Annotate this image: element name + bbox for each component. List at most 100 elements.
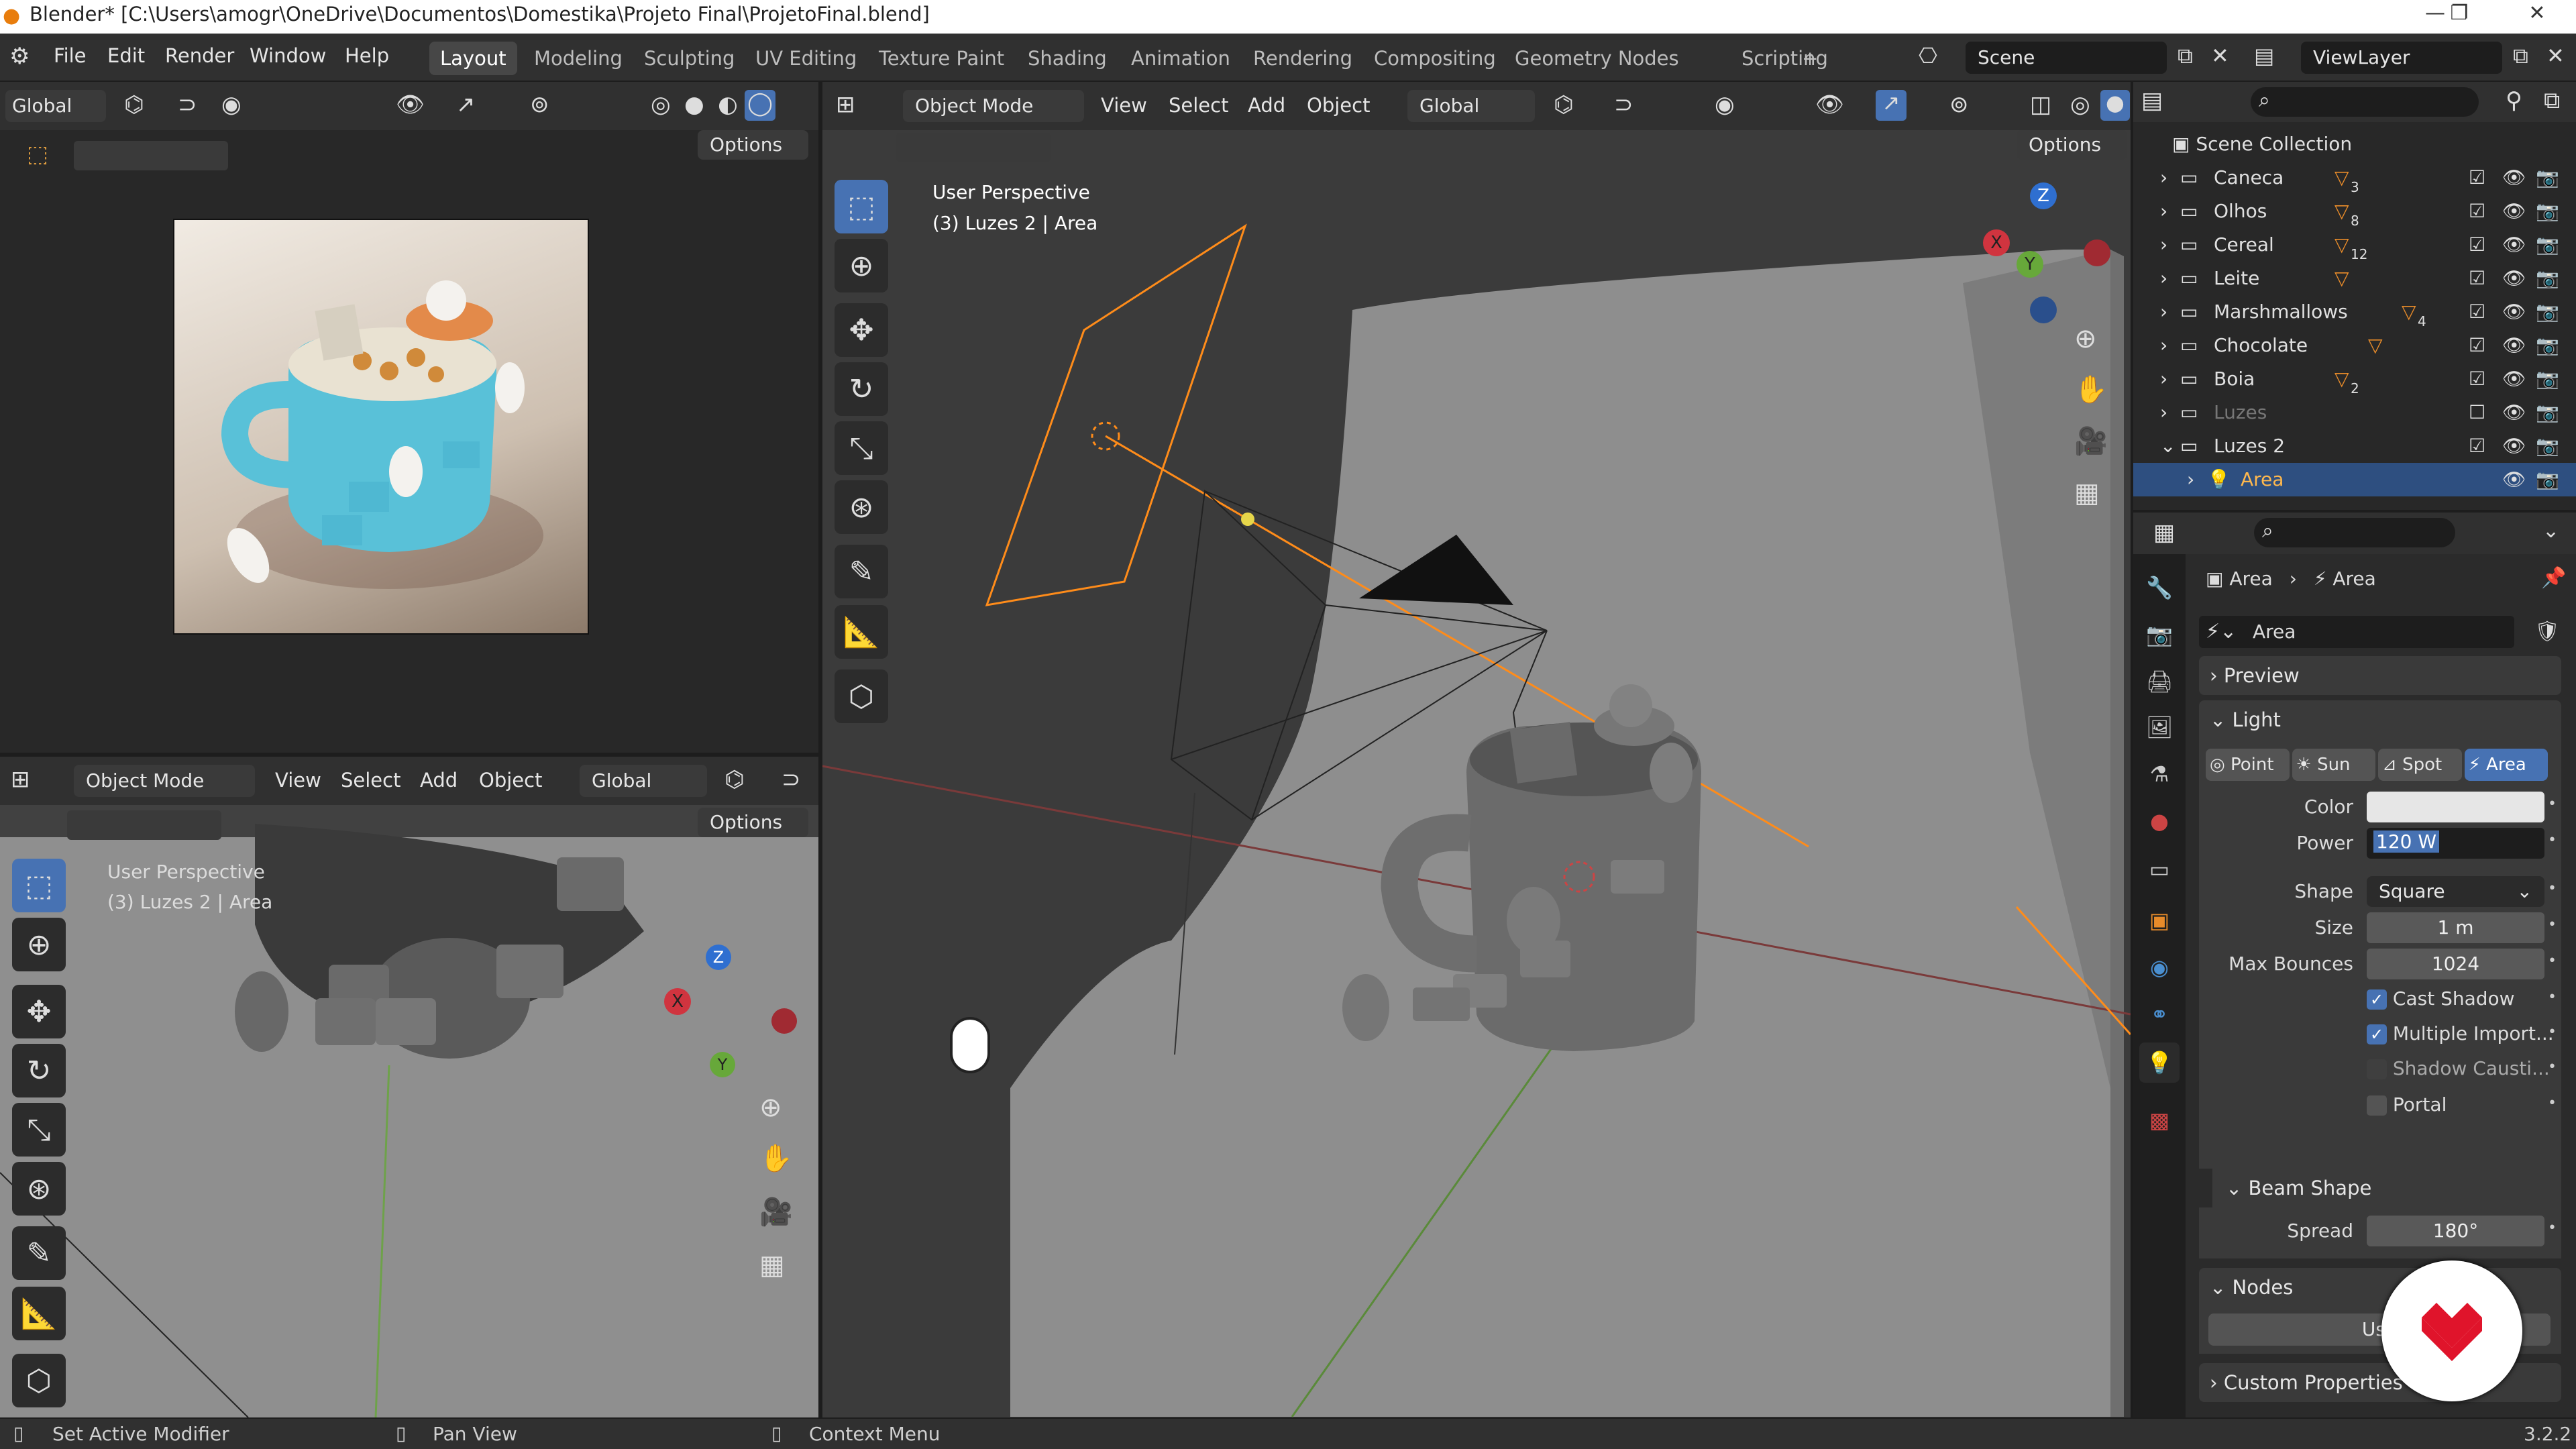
keyframe-dot[interactable]: • (2548, 953, 2557, 969)
camera-render-icon[interactable]: 📷 (2536, 463, 2559, 496)
constraints-tab-icon[interactable]: ⚭ (2139, 994, 2180, 1034)
gizmo-icon[interactable]: ↗ (456, 91, 476, 118)
spread-field[interactable]: 180° (2367, 1216, 2544, 1246)
zoom-icon-main[interactable]: ⊕ (2074, 323, 2097, 354)
menu-window[interactable]: Window (250, 44, 326, 67)
measure-tool-main[interactable]: 📐 (835, 605, 888, 659)
add-cube-tool[interactable]: ⬡ (12, 1354, 66, 1407)
rotate-tool-main[interactable]: ↻ (835, 362, 888, 416)
keyframe-dot[interactable]: • (2548, 1220, 2557, 1236)
options-dropdown-small[interactable]: Options (698, 808, 808, 837)
pivot-icon-small[interactable]: ⌬ (724, 766, 745, 793)
multiple-importance-checkbox[interactable]: ✓ Multiple Import... (2367, 1022, 2554, 1044)
exclude-checkbox[interactable]: ☑ (2469, 195, 2485, 228)
move-tool[interactable]: ✥ (12, 985, 66, 1038)
rotate-tool[interactable]: ↻ (12, 1044, 66, 1097)
scene-tab-icon[interactable]: ⚗ (2139, 754, 2180, 794)
overlay-icon-main[interactable]: ⊚ (1949, 91, 1969, 118)
material-shading-icon[interactable]: ◐ (718, 91, 738, 118)
output-tab-icon[interactable]: 🖨 (2139, 661, 2180, 702)
tab-rendering[interactable]: Rendering (1242, 42, 1363, 75)
maximize-icon[interactable]: ❐ (2439, 1, 2479, 25)
close-icon[interactable]: ✕ (2517, 1, 2557, 25)
properties-search-input[interactable]: ⌕ (2254, 518, 2455, 547)
scene-field[interactable]: Scene (1966, 42, 2167, 74)
add-menu-main[interactable]: Add (1248, 94, 1285, 117)
solid-shading-icon-main[interactable]: ● (2100, 90, 2130, 121)
expand-arrow-icon[interactable]: › (2160, 228, 2167, 262)
exclude-checkbox[interactable]: ☑ (2469, 362, 2485, 396)
view-layer-tab-icon[interactable]: 🖼 (2139, 707, 2180, 747)
visibility-icon-main[interactable]: 👁 (1815, 91, 1844, 118)
navigation-gizmo-small[interactable]: X Z Y (657, 877, 805, 1092)
tab-uv-editing[interactable]: UV Editing (745, 42, 867, 75)
eye-icon[interactable]: 👁 (2502, 195, 2526, 228)
new-collection-icon[interactable]: ⧉ (2544, 87, 2560, 114)
scale-tool-main[interactable]: ⤡ (835, 421, 888, 475)
editor-type-icon-outliner[interactable]: ▤ (2141, 87, 2163, 114)
tab-texture-paint[interactable]: Texture Paint (868, 42, 1015, 75)
tab-animation[interactable]: Animation (1120, 42, 1241, 75)
zoom-icon-small[interactable]: ⊕ (759, 1092, 782, 1123)
eye-icon[interactable]: 👁 (2502, 228, 2526, 262)
overlay-icon[interactable]: ⊚ (530, 91, 549, 118)
select-menu-main[interactable]: Select (1169, 94, 1228, 117)
expand-arrow-icon[interactable]: › (2160, 329, 2167, 362)
viewport-main[interactable]: ⊞ Object Mode View Select Add Object Glo… (822, 82, 2131, 1417)
new-scene-icon[interactable]: ⧉ (2178, 43, 2193, 69)
cast-shadow-checkbox[interactable]: ✓ Cast Shadow (2367, 987, 2515, 1010)
visibility-icon[interactable]: 👁 (396, 91, 425, 118)
datablock-field[interactable]: Area (2199, 616, 2514, 648)
transform-tool-main[interactable]: ⊛ (835, 480, 888, 534)
remove-viewlayer-icon[interactable]: ✕ (2546, 43, 2565, 68)
camera-render-icon[interactable]: 📷 (2536, 362, 2559, 396)
menu-help[interactable]: Help (345, 44, 389, 67)
remove-scene-icon[interactable]: ✕ (2211, 43, 2229, 68)
portal-checkbox[interactable]: Portal (2367, 1093, 2447, 1116)
object-menu-small[interactable]: Object (479, 769, 542, 792)
shape-dropdown[interactable]: Square ⌄ (2367, 876, 2544, 907)
select-menu-small[interactable]: Select (341, 769, 400, 792)
texture-tab-icon[interactable]: ▩ (2139, 1100, 2180, 1140)
eye-icon[interactable]: 👁 (2502, 362, 2526, 396)
light-data-tab-icon[interactable]: 💡 (2139, 1042, 2180, 1083)
tab-geometry-nodes[interactable]: Geometry Nodes (1504, 42, 1690, 75)
keyframe-dot[interactable]: • (2548, 880, 2557, 897)
select-box-tool[interactable]: ⬚ (12, 859, 66, 912)
menu-render[interactable]: Render (165, 44, 234, 67)
physics-tab-icon[interactable]: ◉ (2139, 947, 2180, 987)
options-dropdown-main[interactable]: Options (2017, 130, 2127, 160)
expand-arrow-icon[interactable]: › (2160, 195, 2167, 228)
expand-arrow-icon[interactable]: › (2160, 295, 2167, 329)
gizmo-x-small[interactable]: X (664, 988, 691, 1015)
outliner-item-area[interactable]: › 💡 Area 👁 📷 (2133, 463, 2576, 496)
shadow-caustics-checkbox[interactable]: Shadow Causti... (2367, 1057, 2550, 1079)
camera-icon-main[interactable]: 🎥 (2074, 425, 2108, 457)
camera-render-icon[interactable]: 📷 (2536, 228, 2559, 262)
proportional-icon-main[interactable]: ◉ (1715, 91, 1735, 118)
measure-tool[interactable]: 📐 (12, 1287, 66, 1340)
exclude-checkbox[interactable]: ☑ (2469, 429, 2485, 463)
annotate-tool[interactable]: ✎ (12, 1226, 66, 1280)
gizmo-y-small[interactable]: Y (710, 1052, 735, 1077)
editor-type-icon-properties[interactable]: ▦ (2153, 519, 2175, 546)
eye-icon[interactable]: 👁 (2502, 295, 2526, 329)
menu-file[interactable]: File (54, 44, 87, 67)
camera-render-icon[interactable]: 📷 (2536, 396, 2559, 429)
snap-icon-main[interactable]: ⊃ (1614, 91, 1633, 118)
keyframe-dot[interactable]: • (2548, 832, 2557, 849)
camera-render-icon[interactable]: 📷 (2536, 295, 2559, 329)
exclude-checkbox[interactable]: ☑ (2469, 228, 2485, 262)
keyframe-dot[interactable]: • (2548, 989, 2557, 1006)
preview-panel[interactable]: › Preview (2199, 656, 2561, 695)
orientation-dropdown[interactable]: Global (5, 90, 106, 122)
viewport-small[interactable]: ⊞ Object Mode View Select Add Object Glo… (0, 757, 818, 1417)
collection-tab-icon[interactable]: ▭ (2139, 849, 2180, 890)
size-field[interactable]: 1 m (2367, 912, 2544, 943)
eye-icon[interactable]: 👁 (2502, 429, 2526, 463)
snap-icon-small[interactable]: ⊃ (782, 766, 801, 793)
gizmo-neg-x-main[interactable] (2084, 239, 2110, 266)
pivot-icon-main[interactable]: ⌬ (1554, 91, 1574, 118)
move-tool-main[interactable]: ✥ (835, 303, 888, 357)
snap-icon[interactable]: ⊃ (178, 91, 197, 118)
